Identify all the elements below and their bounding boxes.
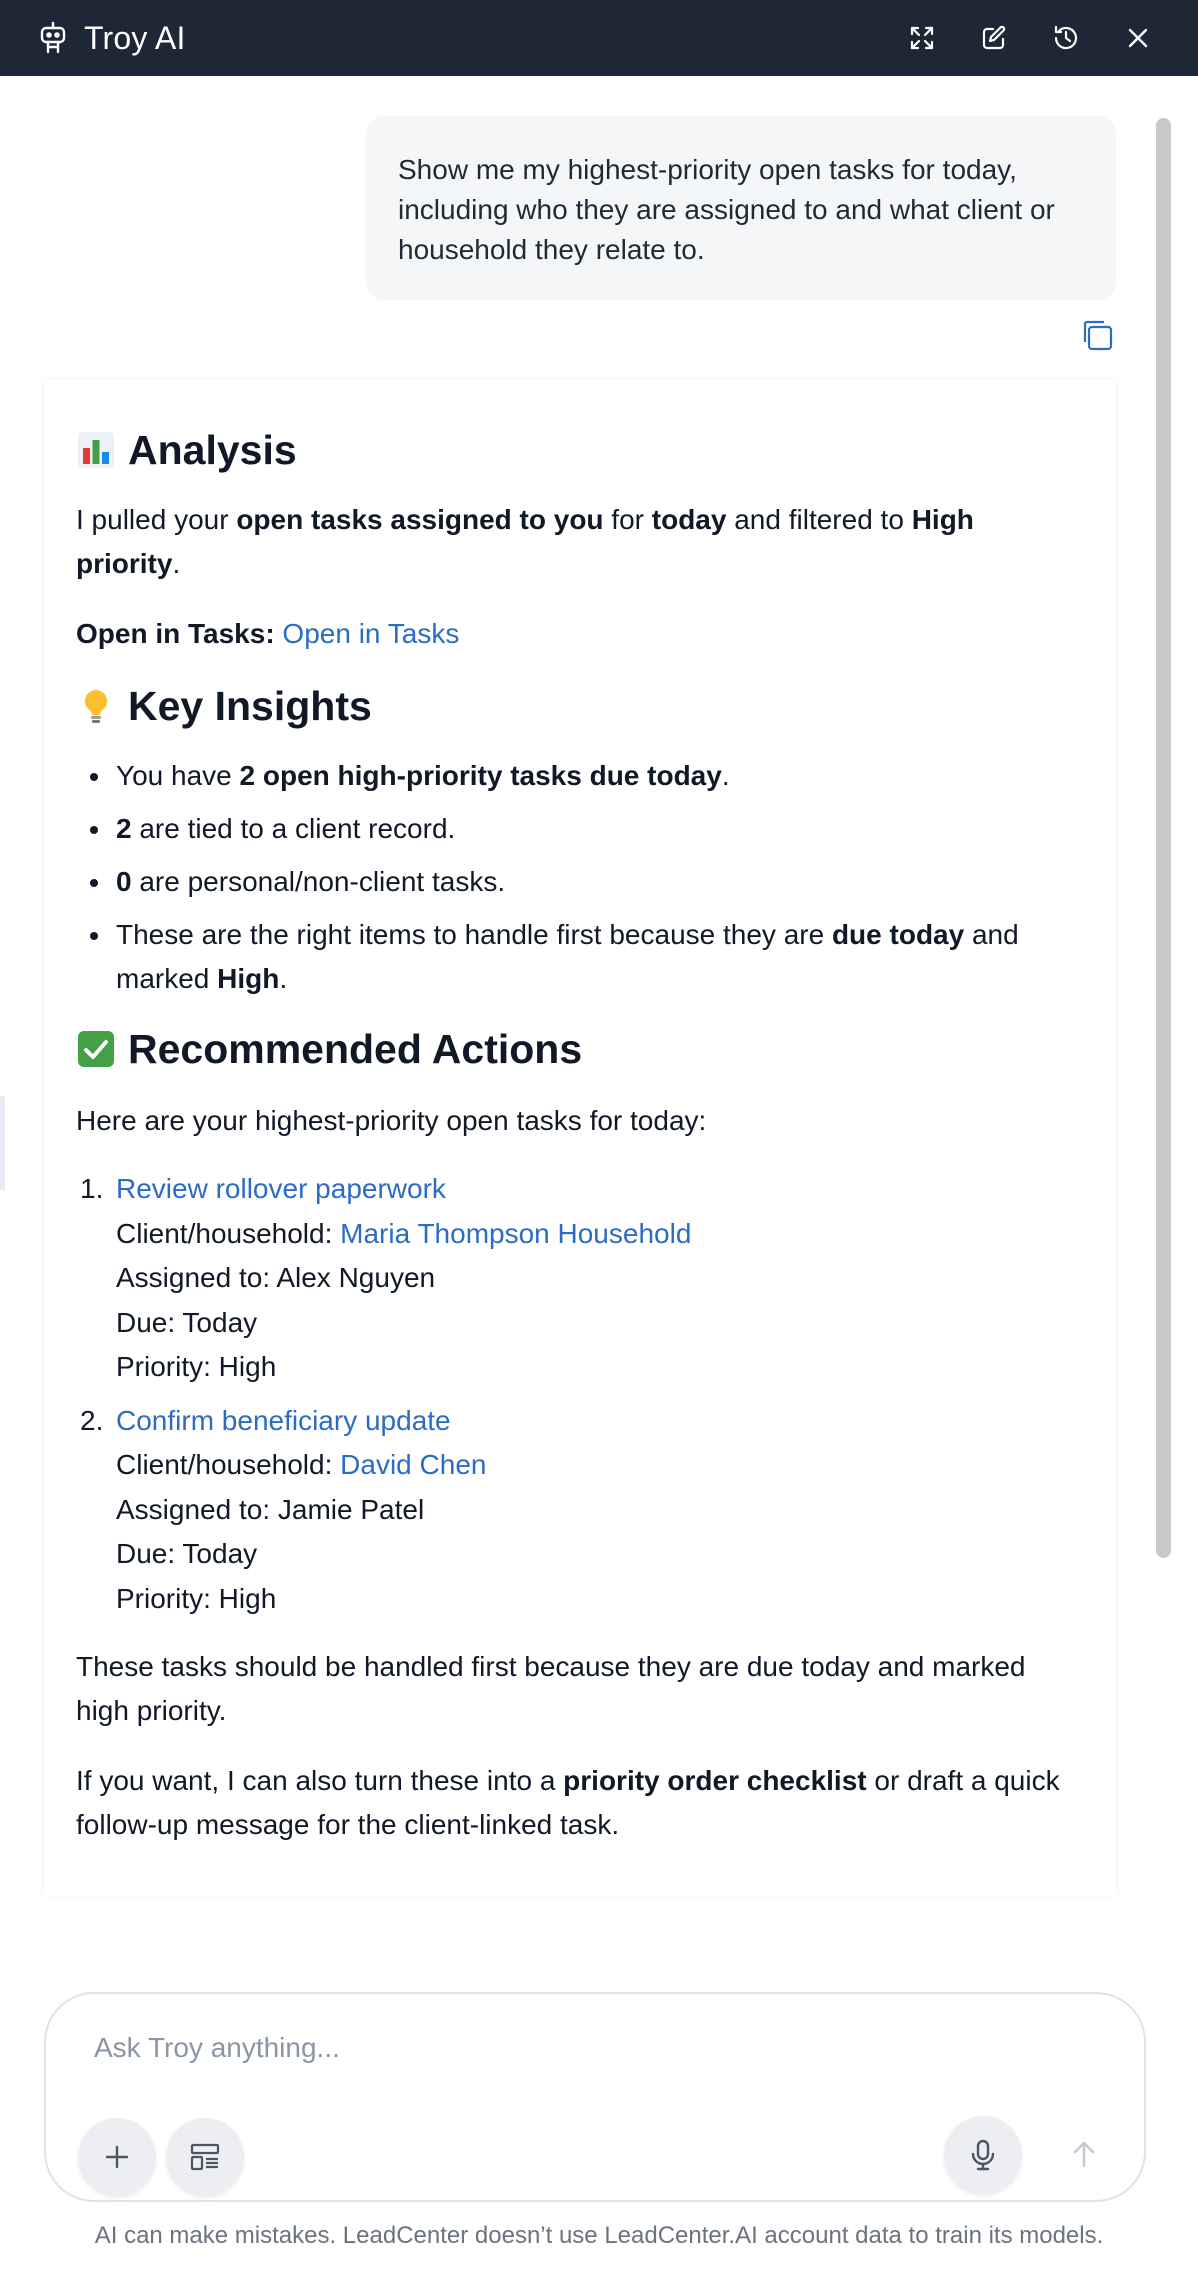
list-item: 2 are tied to a client record. [90,807,1084,851]
recommended-actions-heading: Recommended Actions [76,1019,1084,1079]
task-assigned: Assigned to: Jamie Patel [116,1493,425,1525]
template-icon [190,2143,220,2171]
task-list: 1. Review rollover paperwork Client/hous… [76,1167,1084,1621]
task-item: 2. Confirm beneficiary update Client/hou… [76,1399,1084,1622]
new-chat-button[interactable] [976,20,1012,56]
list-item: 0 are personal/non-client tasks. [90,860,1084,904]
user-message-bubble: Show me my highest-priority open tasks f… [366,116,1116,300]
chart-emoji-icon [76,430,116,470]
microphone-icon [971,2139,995,2171]
analysis-summary: I pulled your open tasks assigned to you… [76,504,974,579]
open-in-tasks-label: Open in Tasks: [76,618,275,649]
list-item: You have 2 open high-priority tasks due … [90,754,1084,798]
task-priority: Priority: High [116,1351,277,1382]
robot-icon [36,21,70,55]
copy-icon [1083,320,1113,351]
check-emoji-icon [76,1029,116,1069]
ask-input[interactable] [94,2024,1054,2072]
arrow-up-icon [1073,2141,1095,2168]
history-icon [1054,25,1078,50]
history-button[interactable] [1048,20,1084,56]
key-insights-heading-text: Key Insights [128,683,372,729]
expand-button[interactable] [904,20,940,56]
task-due: Due: Today [116,1306,258,1338]
task-client-row: Client/household: Maria Thompson Househo… [116,1217,692,1249]
app-title: Troy AI [84,19,186,56]
client-household-link[interactable]: David Chen [340,1449,486,1480]
close-button[interactable] [1120,20,1156,56]
close-icon [1128,28,1148,48]
task-number: 2. [80,1404,104,1436]
client-household-link[interactable]: Maria Thompson Household [340,1218,691,1249]
analysis-heading-text: Analysis [128,427,297,473]
recommended-actions-heading-text: Recommended Actions [128,1026,583,1072]
task-assigned: Assigned to: Alex Nguyen [116,1262,436,1293]
edit-icon [982,25,1006,50]
open-in-tasks-row: Open in Tasks: Open in Tasks [76,612,1084,656]
lightbulb-emoji-icon [76,686,116,726]
task-client-row: Client/household: David Chen [116,1449,487,1480]
task-item: 1. Review rollover paperwork Client/hous… [76,1167,1084,1390]
chat-header: Troy AI [0,0,1198,76]
insights-list: You have 2 open high-priority tasks due … [76,754,1084,1001]
assistant-response: Analysis I pulled your open tasks assign… [44,380,1116,1896]
task-priority: Priority: High [116,1582,277,1614]
side-panel-edge [0,1096,5,1190]
templates-button[interactable] [166,2118,244,2196]
user-message-text: Show me my highest-priority open tasks f… [398,154,1055,265]
attach-button[interactable] [78,2118,156,2196]
header-actions [904,20,1156,56]
voice-button[interactable] [944,2116,1022,2194]
analysis-heading: Analysis [76,420,1084,480]
task-title-link[interactable]: Review rollover paperwork [116,1167,1084,1212]
expand-icon [910,26,934,50]
plus-icon [105,2145,129,2169]
task-due: Due: Today [116,1538,258,1569]
key-insights-heading: Key Insights [76,676,1084,736]
offer-text: If you want, I can also turn these into … [76,1765,1060,1840]
copy-message-button[interactable] [1078,316,1116,354]
ai-disclaimer: AI can make mistakes. LeadCenter doesn’t… [94,2222,1104,2249]
scrollbar-thumb[interactable] [1156,118,1171,1558]
send-button[interactable] [1054,2124,1114,2184]
actions-intro: Here are your highest-priority open task… [76,1105,707,1136]
message-composer [44,1992,1146,2202]
task-number: 1. [80,1173,104,1204]
list-item: These are the right items to handle firs… [90,913,1084,1001]
closing-text: These tasks should be handled first beca… [76,1651,1026,1726]
open-in-tasks-link[interactable]: Open in Tasks [282,618,459,649]
task-title-link[interactable]: Confirm beneficiary update [116,1399,1084,1444]
